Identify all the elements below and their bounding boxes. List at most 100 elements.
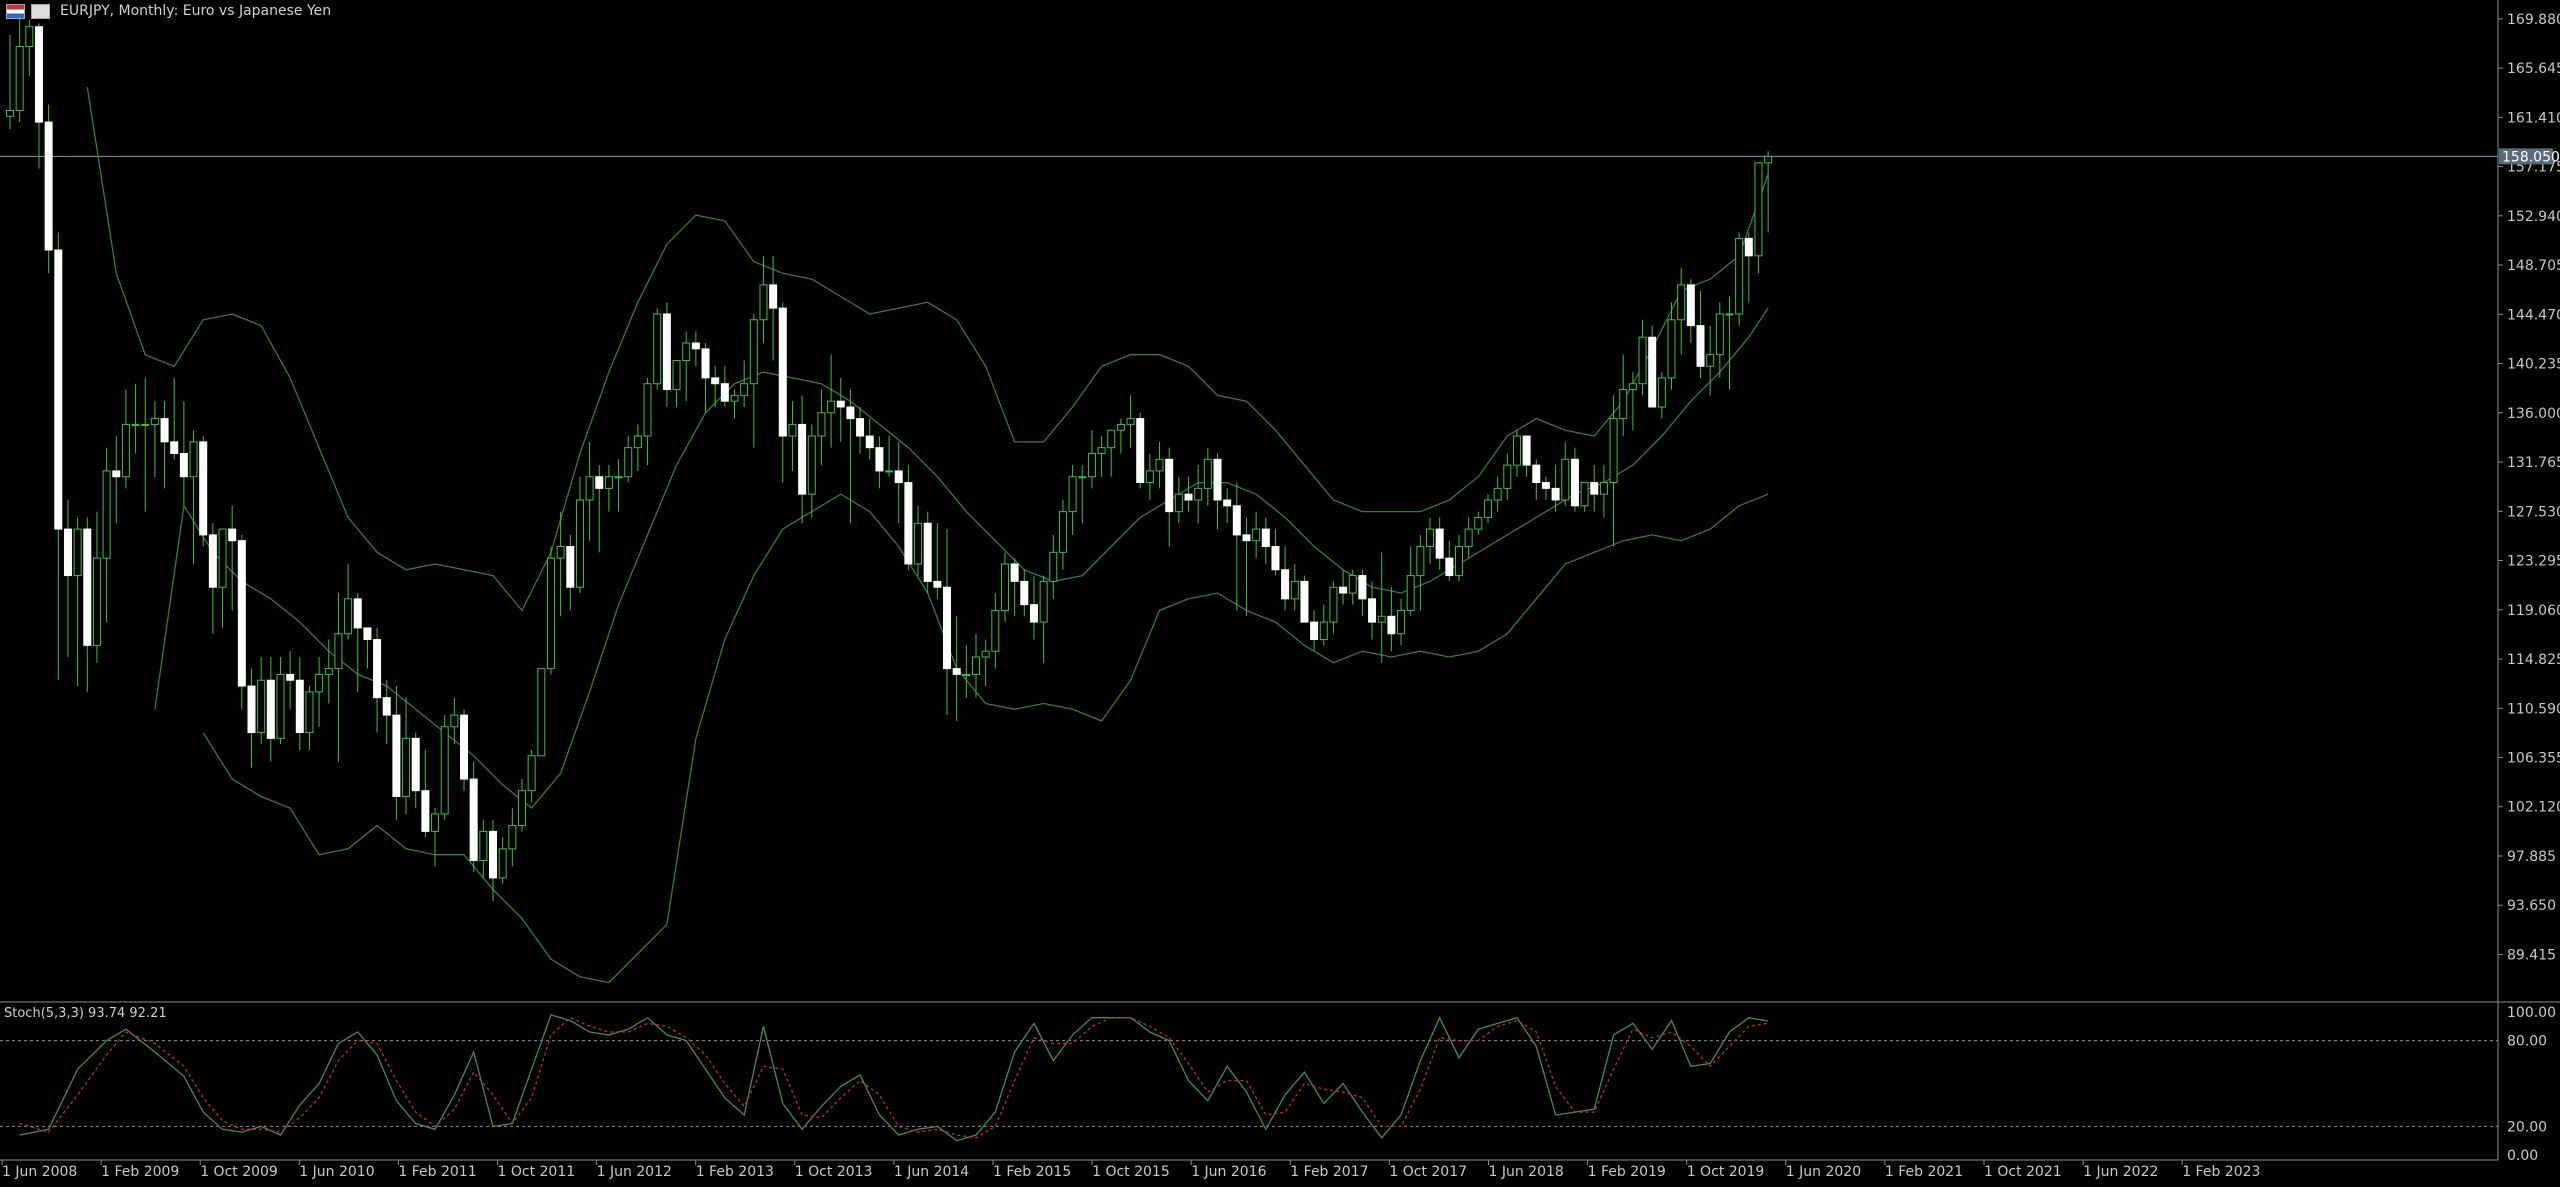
- candle-bear: [160, 418, 169, 443]
- candle-bear: [1358, 575, 1367, 600]
- candle-bear: [1551, 487, 1560, 501]
- candle-bull: [1145, 470, 1154, 484]
- candle-bull: [759, 284, 768, 321]
- candle-bear: [54, 249, 63, 530]
- candle-bull: [1464, 528, 1473, 548]
- candle-bear: [865, 435, 874, 449]
- candle-bear: [228, 528, 237, 542]
- time-tick-label: 1 Jun 2020: [1786, 1164, 1861, 1180]
- candle-bear: [1522, 435, 1531, 466]
- candle-bear: [720, 383, 729, 402]
- candle-bear: [1184, 493, 1193, 501]
- candle-bear: [1165, 458, 1174, 513]
- candle-bull: [1329, 586, 1338, 623]
- candle-bull: [440, 726, 449, 815]
- candle-bull: [749, 319, 758, 385]
- candle-bear: [662, 313, 671, 391]
- candle-bull: [517, 790, 526, 827]
- candle-bull: [624, 447, 633, 478]
- time-tick-label: 1 Jun 2022: [2083, 1164, 2158, 1180]
- price-tick-label: 93.650: [2507, 898, 2556, 914]
- candle-bear: [894, 470, 903, 484]
- candle-bull: [827, 400, 836, 414]
- candle-bull: [305, 691, 314, 734]
- candle-bull: [1512, 435, 1521, 466]
- candle-bull: [788, 423, 797, 437]
- candle-bear: [179, 452, 188, 478]
- candle-bull: [189, 441, 198, 478]
- candle-bull: [807, 435, 816, 495]
- candle-bear: [1010, 563, 1019, 582]
- time-tick-label: 1 Feb 2009: [101, 1164, 179, 1180]
- candle-bull: [402, 737, 411, 798]
- candle-bull: [653, 313, 662, 385]
- candle-bull: [633, 435, 642, 449]
- candle-bull: [1619, 389, 1628, 420]
- candle-bull: [1319, 621, 1328, 641]
- candle-bear: [1387, 615, 1396, 635]
- candle-bull: [672, 359, 681, 391]
- candle-bull: [1735, 237, 1744, 315]
- time-tick-label: 1 Jun 2010: [299, 1164, 374, 1180]
- chart-menu-icon[interactable]: [6, 3, 25, 19]
- time-tick-label: 1 Oct 2011: [498, 1164, 576, 1180]
- price-tick-label: 110.590: [2507, 701, 2560, 717]
- candle-bull: [1058, 511, 1067, 553]
- candle-bear: [112, 470, 121, 478]
- candle-bull: [643, 383, 652, 437]
- candle-bull: [1174, 493, 1183, 513]
- candle-bull: [1764, 155, 1773, 164]
- candle-bull: [527, 755, 536, 792]
- time-tick-label: 1 Oct 2013: [795, 1164, 873, 1180]
- candle-bull: [1715, 313, 1724, 356]
- candle-bear: [1648, 336, 1657, 408]
- price-tick-label: 144.470: [2507, 307, 2560, 323]
- candle-bear: [952, 668, 961, 675]
- candle-bull: [1039, 580, 1048, 623]
- candle-bull: [324, 668, 333, 675]
- candle-bull: [546, 557, 555, 670]
- candle-bear: [421, 790, 430, 832]
- price-tick-label: 148.705: [2507, 258, 2560, 274]
- stoch-tick-label: 80.00: [2507, 1034, 2547, 1050]
- stoch-signal-line: [19, 1016, 1769, 1139]
- candle-bear: [266, 679, 275, 739]
- candle-bear: [1532, 464, 1541, 484]
- candle-bull: [1252, 528, 1261, 542]
- candle-bear: [1435, 528, 1444, 559]
- current-price-label: 158.050: [2502, 149, 2560, 165]
- candle-bull: [1406, 575, 1415, 611]
- candle-bull: [1426, 528, 1435, 548]
- candle-bear: [295, 679, 304, 734]
- candle-bear: [353, 598, 362, 629]
- candle-bear: [411, 737, 420, 792]
- candle-bear: [363, 627, 372, 641]
- candle-bull: [1561, 458, 1570, 501]
- chart-canvas[interactable]: 169.880165.645161.410157.175152.940148.7…: [0, 0, 2560, 1183]
- candle-bull: [1628, 383, 1637, 391]
- candle-bear: [711, 377, 720, 385]
- candle-bear: [1368, 598, 1377, 623]
- stoch-tick-label: 20.00: [2507, 1119, 2547, 1135]
- candle-bull: [1609, 418, 1618, 484]
- stoch-label: Stoch(5,3,3) 93.74 92.21: [4, 1006, 167, 1021]
- time-tick-label: 1 Jun 2012: [597, 1164, 672, 1180]
- candle-bear: [769, 284, 778, 309]
- candle-bull: [972, 656, 980, 675]
- candle-bear: [1744, 237, 1753, 257]
- chart-type-icon[interactable]: [31, 3, 50, 19]
- candle-bull: [1580, 482, 1589, 507]
- chart-window: 169.880 165.645 161.410 157.175 152.940 148.7…: [0, 0, 2560, 1183]
- candle-bull: [102, 470, 111, 559]
- candle-bear: [1281, 569, 1290, 600]
- candle-bear: [701, 348, 710, 379]
- price-tick-label: 102.120: [2507, 800, 2560, 816]
- candle-bear: [1300, 580, 1309, 623]
- candle-bear: [798, 423, 807, 495]
- candle-bear: [1136, 418, 1145, 484]
- candle-bull: [817, 412, 826, 437]
- price-tick-label: 106.355: [2507, 751, 2560, 767]
- price-tick-label: 165.645: [2507, 61, 2560, 77]
- time-tick-label: 1 Jun 2018: [1489, 1164, 1564, 1180]
- candle-bear: [199, 441, 208, 536]
